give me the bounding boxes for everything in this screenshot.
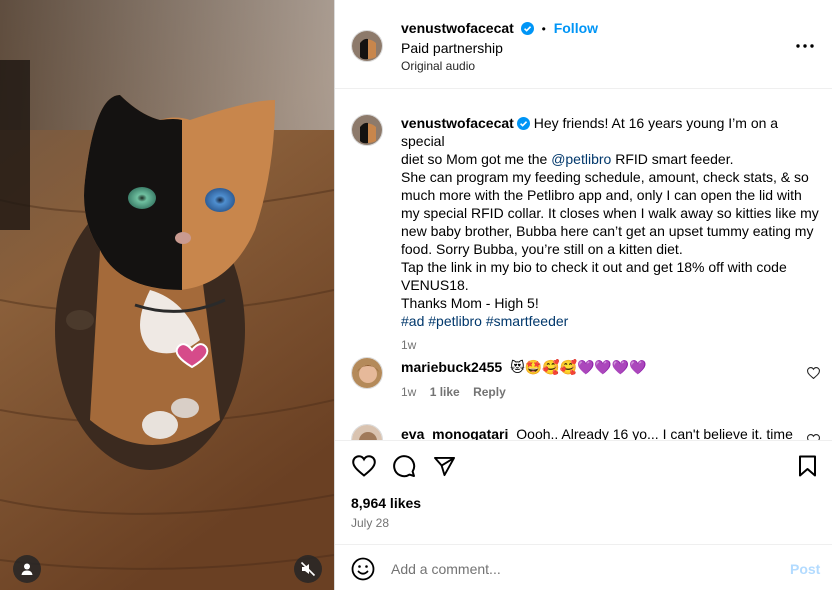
post-comment-button[interactable]: Post (790, 561, 820, 577)
add-comment-bar: Add a comment... Post (335, 544, 832, 590)
caption-text: much more with the Petlibro app and, onl… (401, 187, 802, 203)
caption-username[interactable]: venustwofacecat (401, 115, 514, 131)
comment-button[interactable] (391, 453, 417, 479)
user-icon (21, 563, 33, 575)
bookmark-icon (798, 455, 816, 477)
emoji-button[interactable] (351, 557, 375, 581)
speaker-muted-icon (300, 561, 316, 577)
commenter-avatar[interactable] (351, 357, 383, 389)
comment-text: Oooh.. Already 16 yo... I can't believe … (516, 426, 793, 440)
send-icon (433, 456, 455, 476)
post-header: venustwofacecat • Follow Paid partnershi… (335, 0, 832, 89)
save-button[interactable] (795, 453, 819, 479)
caption-text: diet so Mom got me the (401, 151, 552, 167)
caption-text: my special RFID collar. It closes when I… (401, 205, 819, 221)
post-actions: 8,964 likes July 28 (335, 440, 832, 544)
comment-text: 😻🤩🥰🥰💜💜💜💜 (510, 360, 647, 376)
comment-input[interactable]: Add a comment... (391, 561, 501, 577)
cat-photo (0, 0, 334, 590)
likes-count[interactable]: 8,964 likes (351, 495, 421, 511)
caption-text: RFID smart feeder. (611, 151, 734, 167)
caption-text: Thanks Mom - High 5! (401, 295, 539, 311)
post-panel: venustwofacecat • Follow Paid partnershi… (334, 0, 832, 590)
audio-label[interactable]: Original audio (401, 59, 475, 73)
commenter-username[interactable]: mariebuck2455 (401, 359, 502, 375)
like-button[interactable] (351, 453, 377, 479)
post-caption: venustwofacecat Hey friends! At 16 years… (401, 114, 823, 354)
author-avatar[interactable] (351, 30, 383, 62)
hashtag-link[interactable]: #ad (401, 313, 424, 329)
post-media[interactable] (0, 0, 334, 590)
comment-reply-button[interactable]: Reply (473, 385, 506, 399)
caption-avatar[interactable] (351, 114, 383, 146)
hashtag-link[interactable]: #petlibro (428, 313, 482, 329)
paid-partnership-label[interactable]: Paid partnership (401, 40, 503, 56)
follow-button[interactable]: Follow (554, 20, 598, 36)
verified-badge-icon (516, 117, 530, 130)
comment-like-button[interactable] (805, 432, 821, 440)
header-separator: • (541, 22, 546, 36)
tagged-users-button[interactable] (13, 555, 41, 583)
comment-likes[interactable]: 1 like (430, 385, 460, 399)
caption-text: food. Sorry Bubba, you’re still on a kit… (401, 241, 683, 257)
comment-item: eva_monogatari Oooh.. Already 16 yo... I… (335, 422, 832, 440)
verified-badge-icon (520, 22, 534, 35)
mention-link[interactable]: @petlibro (551, 151, 611, 167)
comment-time[interactable]: 1w (401, 385, 416, 399)
author-username[interactable]: venustwofacecat (401, 20, 514, 36)
more-icon (796, 44, 814, 48)
smiley-icon (351, 557, 375, 581)
caption-time[interactable]: 1w (401, 336, 823, 354)
mute-button[interactable] (294, 555, 322, 583)
hashtag-link[interactable]: #smartfeeder (486, 313, 568, 329)
comment-like-button[interactable] (805, 365, 821, 381)
heart-icon (352, 455, 376, 477)
commenter-username[interactable]: eva_monogatari (401, 426, 508, 440)
caption-text: VENUS18. (401, 277, 469, 293)
more-options-button[interactable] (791, 34, 819, 58)
caption-text: She can program my feeding schedule, amo… (401, 169, 809, 185)
comment-icon (393, 455, 416, 478)
caption-text: new baby brother, Bubba here can’t get a… (401, 223, 814, 239)
post-date[interactable]: July 28 (351, 516, 389, 530)
commenter-avatar[interactable] (351, 424, 383, 440)
share-button[interactable] (431, 453, 457, 479)
heart-icon (806, 367, 820, 379)
caption-text: Tap the link in my bio to check it out a… (401, 259, 787, 275)
